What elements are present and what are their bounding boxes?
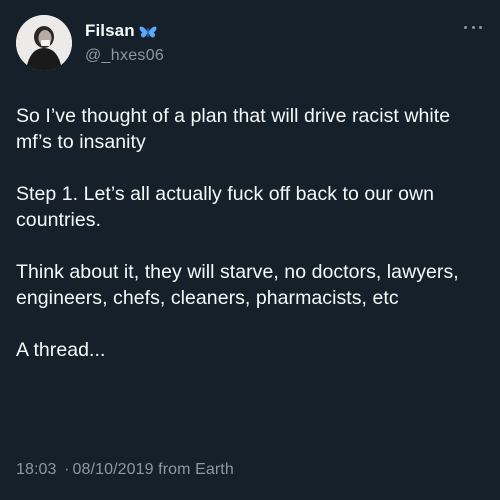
meta-separator: · [64,461,70,478]
tweet-header: Filsan @_hxes06 [16,15,484,73]
tweet-time[interactable]: 18:03 [16,461,57,478]
display-name[interactable]: Filsan [85,21,135,41]
avatar[interactable] [16,15,72,71]
avatar-image [16,15,72,71]
tweet-meta: 18:03 · 08/10/2019 from Earth [16,461,234,479]
tweet-paragraph: So I’ve thought of a plan that will driv… [16,105,451,153]
author-handle[interactable]: @_hxes06 [85,47,164,65]
display-name-row: Filsan [85,20,164,42]
more-dot [471,25,475,29]
tweet-card: Filsan @_hxes06 So I’ve thought of a pla… [0,0,500,500]
tweet-text: So I’ve thought of a plan that will driv… [16,103,486,363]
tweet-paragraph: Think about it, they will starve, no doc… [16,261,459,309]
tweet-source: Earth [195,461,234,478]
tweet-paragraph: A thread... [16,339,106,361]
tweet-date[interactable]: 08/10/2019 [73,461,154,478]
author-block: Filsan @_hxes06 [85,20,164,65]
more-options-icon[interactable] [464,23,482,31]
tweet-paragraph: Step 1. Let’s all actually fuck off back… [16,183,435,231]
source-prefix: from [158,461,191,478]
more-dot [479,25,482,29]
butterfly-icon [139,24,157,40]
more-dot [464,25,467,29]
